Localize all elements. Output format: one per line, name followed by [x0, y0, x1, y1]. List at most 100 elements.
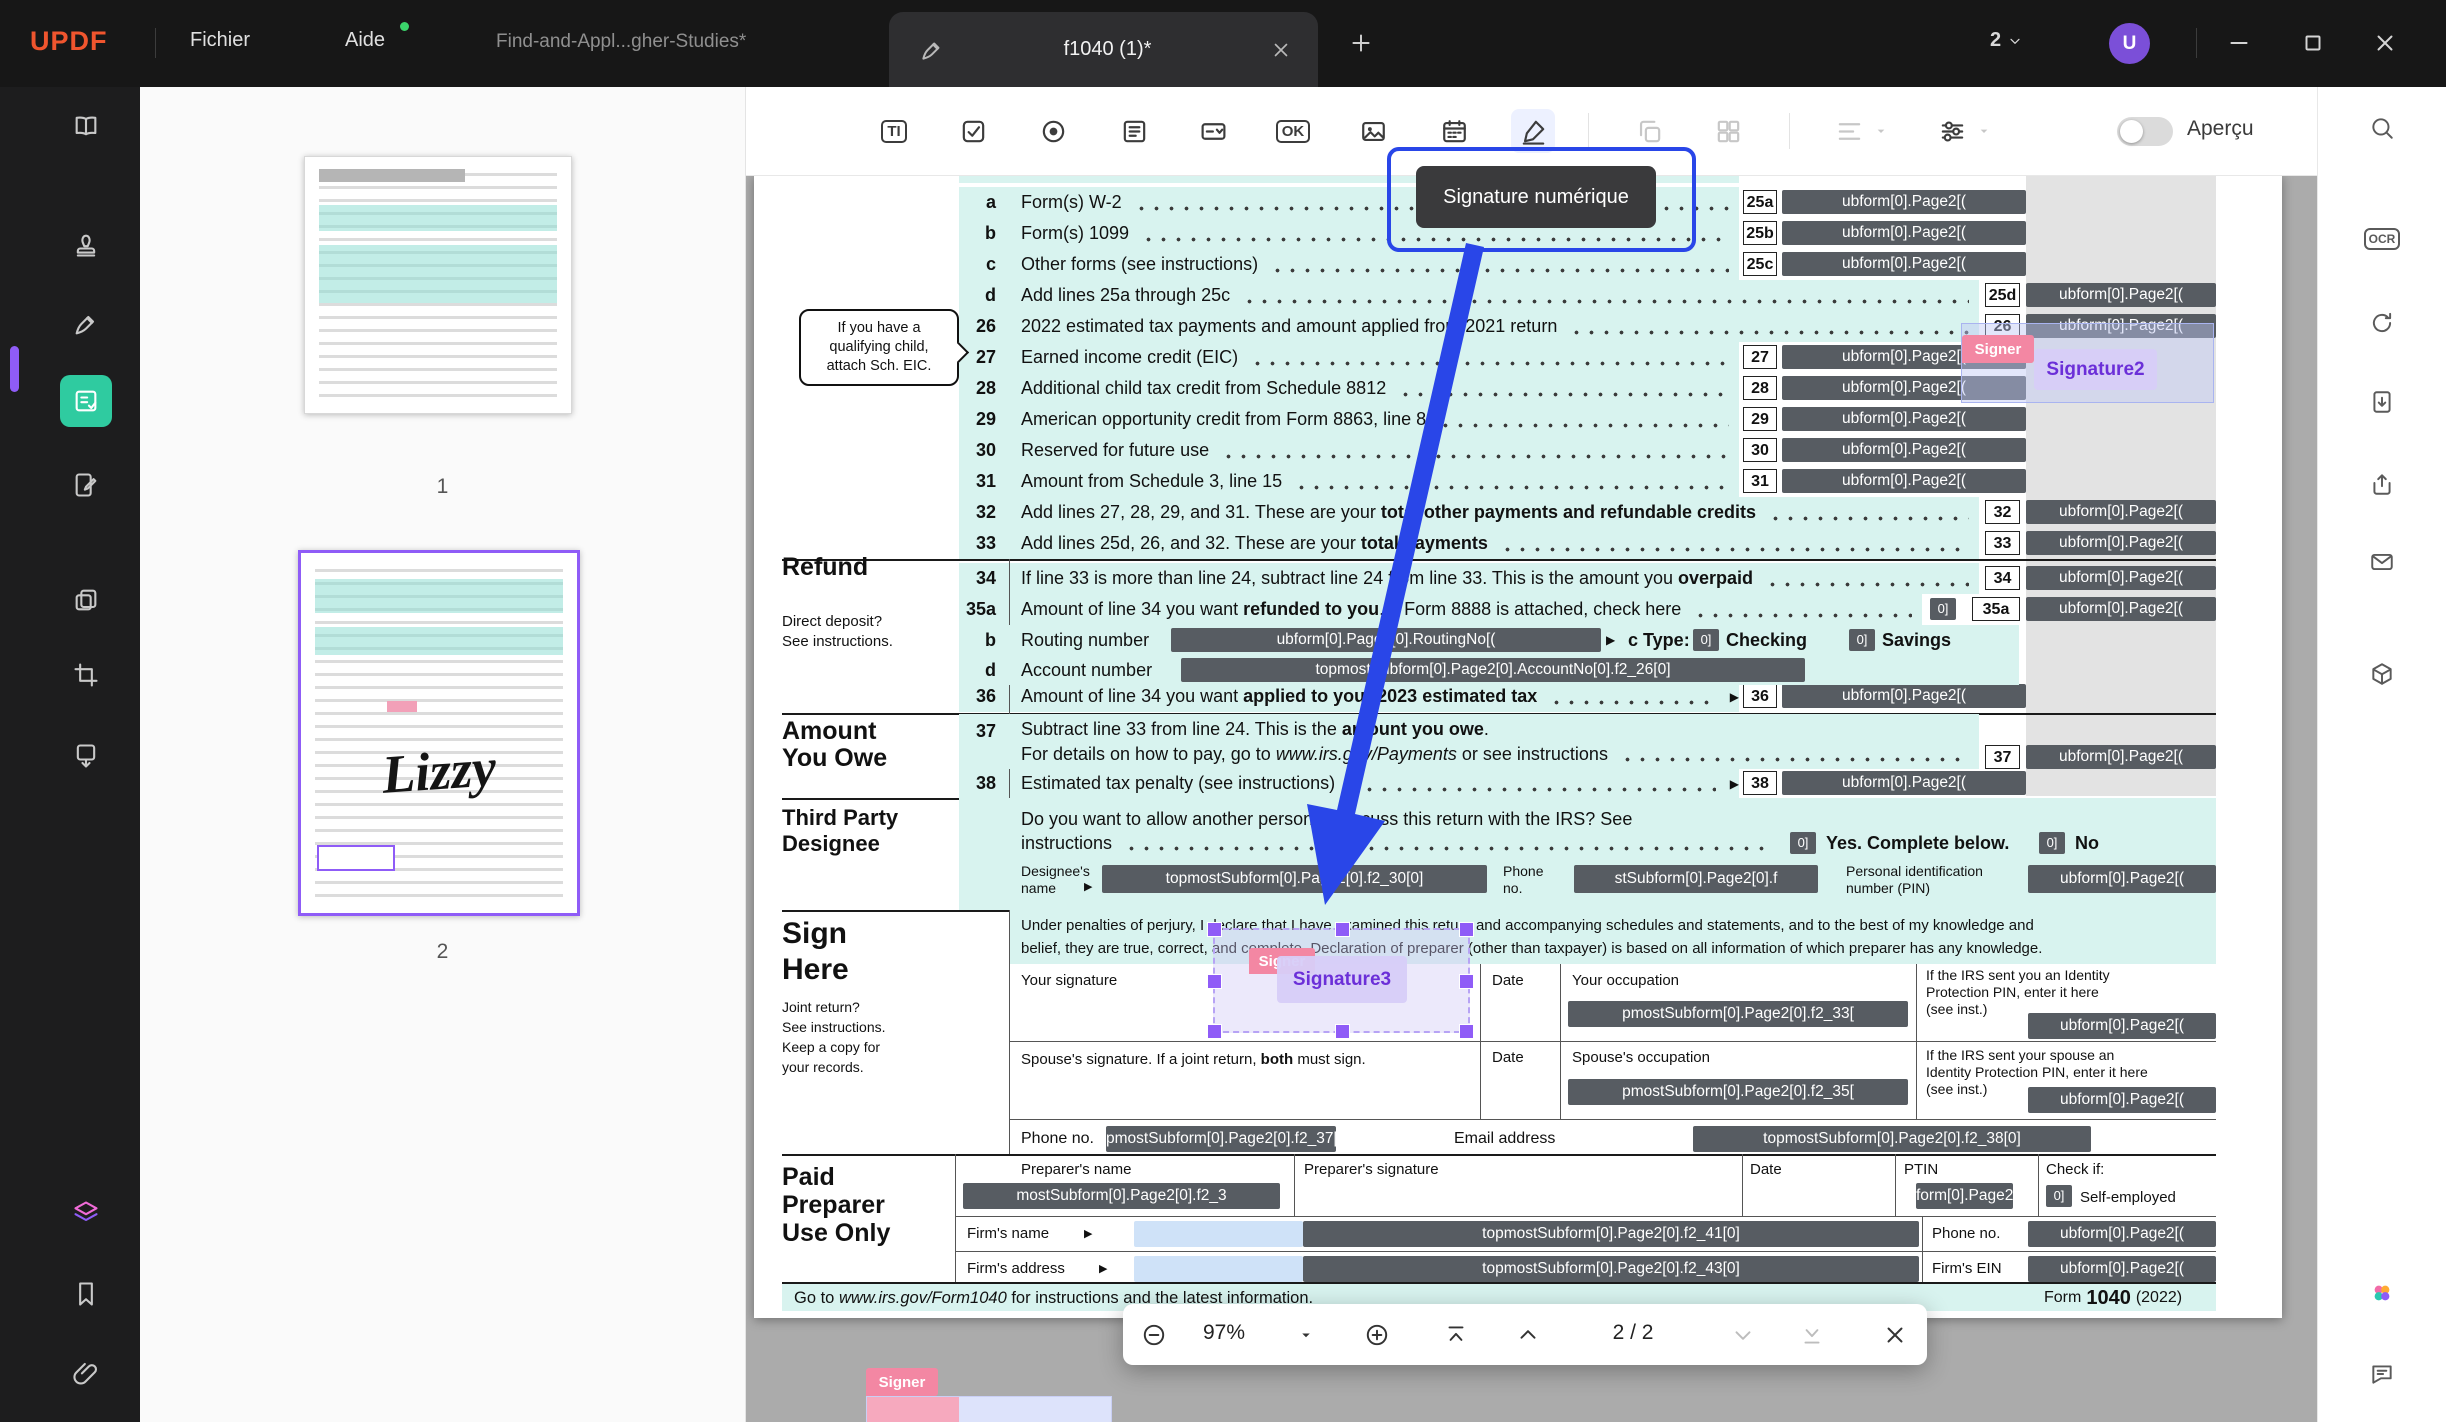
resize-handle[interactable]: [1459, 922, 1474, 937]
tab-inactive[interactable]: Find-and-Appl...gher-Studies*: [496, 31, 746, 53]
extract-pages-icon[interactable]: [60, 730, 112, 782]
crop-icon[interactable]: [60, 649, 112, 701]
resize-handle[interactable]: [1207, 922, 1222, 937]
form-field[interactable]: ubform[0].Page2[(: [1782, 252, 2026, 276]
form-field[interactable]: topmostSubform[0].Page2[0].f2_43[0]: [1303, 1256, 1919, 1282]
checkbox-field[interactable]: 0]: [2039, 832, 2065, 854]
tab-close-icon[interactable]: [1270, 39, 1292, 61]
bookmark-icon[interactable]: [60, 1268, 112, 1320]
form-field[interactable]: ubform[0].Page2[(: [2028, 865, 2216, 893]
image-field-tool[interactable]: [1351, 109, 1395, 153]
page-thumbnail-2-selected[interactable]: Lizzy: [298, 550, 580, 916]
form-field[interactable]: pmostSubform[0].Page2[0].f2_35[: [1568, 1079, 1908, 1105]
form-field[interactable]: ubform[0].Page2[(: [2028, 1087, 2216, 1113]
combo-box-tool[interactable]: [1191, 109, 1235, 153]
form-field[interactable]: ubform[0].Page2[(: [2026, 500, 2216, 524]
form-field[interactable]: topmostSubform[0].Page2[0].f2_38[0]: [1693, 1126, 2091, 1152]
preview-toggle[interactable]: [2117, 117, 2173, 146]
mail-icon[interactable]: [2360, 540, 2404, 584]
layers-icon[interactable]: [60, 1187, 112, 1239]
push-button-tool[interactable]: OK: [1271, 109, 1315, 153]
previous-page-button[interactable]: [1505, 1312, 1551, 1358]
menu-fichier[interactable]: Fichier: [190, 29, 250, 52]
form-field[interactable]: stSubform[0].Page2[0].f: [1574, 865, 1818, 893]
form-field[interactable]: ubform[0].Page2[(: [1782, 684, 2026, 708]
form-field[interactable]: pmostSubform[0].Page2[0].f2_37[: [1106, 1126, 1336, 1152]
checkbox-field[interactable]: 0]: [1930, 598, 1956, 620]
form-field[interactable]: ubform[0].Page2[(: [2026, 597, 2216, 621]
form-field[interactable]: ubform[0].Page2[(: [1782, 771, 2026, 795]
panel-handle[interactable]: [10, 346, 19, 392]
search-icon[interactable]: [2360, 106, 2404, 150]
archive-icon[interactable]: [2360, 652, 2404, 696]
align-caret-icon[interactable]: [1873, 123, 1889, 139]
form-field[interactable]: ubform[0].Page2[(: [1782, 190, 2026, 214]
attachment-icon[interactable]: [60, 1348, 112, 1400]
first-page-button[interactable]: [1433, 1312, 1479, 1358]
tab-active[interactable]: f1040 (1)*: [889, 12, 1318, 87]
zoom-out-button[interactable]: [1131, 1312, 1177, 1358]
signature3-overlay[interactable]: Signer Signature3: [1213, 928, 1470, 1033]
zoom-in-button[interactable]: [1354, 1312, 1400, 1358]
form-field[interactable]: topmostSubform[0].Page2[0].f2_30[0]: [1102, 865, 1487, 893]
edit-mode-icon[interactable]: [60, 459, 112, 511]
resize-handle[interactable]: [1335, 1024, 1350, 1039]
ocr-icon[interactable]: OCR: [2360, 217, 2404, 261]
close-zoombar-button[interactable]: [1872, 1312, 1918, 1358]
tab-count-dropdown[interactable]: 2: [1990, 29, 2023, 52]
last-page-button[interactable]: [1789, 1312, 1835, 1358]
form-field[interactable]: form[0].Page2[: [1916, 1183, 2013, 1209]
form-field[interactable]: ubform[0].Page2[(: [2028, 1221, 2216, 1247]
stamp-tool-icon[interactable]: [60, 219, 112, 271]
menu-aide[interactable]: Aide: [345, 29, 385, 52]
reader-mode-icon[interactable]: [60, 100, 112, 152]
form-mode-icon[interactable]: [60, 375, 112, 427]
new-tab-button[interactable]: [1348, 30, 1374, 56]
form-field[interactable]: ubform[0].Page2[(: [2026, 566, 2216, 590]
convert-icon[interactable]: [2360, 301, 2404, 345]
resize-handle[interactable]: [1459, 974, 1474, 989]
resize-handle[interactable]: [1207, 974, 1222, 989]
form-field[interactable]: mostSubform[0].Page2[0].f2_3: [963, 1183, 1280, 1209]
form-field[interactable]: ubform[0].Page2[(: [1782, 438, 2026, 462]
window-close-button[interactable]: [2372, 30, 2398, 56]
checkbox-field[interactable]: 0]: [1790, 832, 1816, 854]
resize-handle[interactable]: [1335, 922, 1350, 937]
signature2-overlay[interactable]: Signer Signature2: [1961, 323, 2214, 403]
minimize-button[interactable]: [2226, 30, 2252, 56]
resize-handle[interactable]: [1207, 1024, 1222, 1039]
checkbox-field[interactable]: 0]: [2046, 1185, 2072, 1207]
checkbox-tool[interactable]: [951, 109, 995, 153]
properties-tool[interactable]: [1930, 109, 1974, 153]
form-field[interactable]: ubform[0].Page2[(: [2026, 283, 2216, 307]
text-field-tool[interactable]: TI: [872, 109, 916, 153]
form-field[interactable]: topmostSubform[0].Page2[0].AccountNo[0].…: [1181, 658, 1805, 682]
form-field[interactable]: ubform[0].Page2[(: [2028, 1013, 2216, 1039]
signature1-overlay[interactable]: Signer: [866, 1368, 1110, 1422]
form-field[interactable]: ubform[0].Page2[0].RoutingNo[(: [1171, 628, 1601, 652]
ai-assistant-icon[interactable]: [2360, 1271, 2404, 1315]
share-icon[interactable]: [2360, 462, 2404, 506]
form-field[interactable]: ubform[0].Page2[(: [2028, 1256, 2216, 1282]
checkbox-field[interactable]: 0]: [1693, 629, 1719, 651]
layout-grid-tool[interactable]: [1706, 109, 1750, 153]
form-field[interactable]: pmostSubform[0].Page2[0].f2_33[: [1568, 1001, 1908, 1027]
annotate-mode-icon[interactable]: [60, 298, 112, 350]
resize-handle[interactable]: [1459, 1024, 1474, 1039]
form-field[interactable]: ubform[0].Page2[(: [1782, 221, 2026, 245]
properties-caret-icon[interactable]: [1976, 123, 1992, 139]
align-tool[interactable]: [1827, 109, 1871, 153]
form-field[interactable]: ubform[0].Page2[(: [2026, 531, 2216, 555]
form-field[interactable]: topmostSubform[0].Page2[0].f2_41[0]: [1303, 1221, 1919, 1247]
form-field[interactable]: ubform[0].Page2[(: [2026, 745, 2216, 769]
export-icon[interactable]: [2360, 380, 2404, 424]
feedback-icon[interactable]: [2360, 1352, 2404, 1396]
radio-button-tool[interactable]: [1031, 109, 1075, 153]
page-thumbnail-1[interactable]: [304, 156, 572, 414]
form-field[interactable]: ubform[0].Page2[(: [1782, 469, 2026, 493]
organize-pages-icon[interactable]: [60, 574, 112, 626]
zoom-dropdown-icon[interactable]: [1283, 1312, 1329, 1358]
avatar[interactable]: U: [2109, 23, 2150, 64]
form-field[interactable]: ubform[0].Page2[(: [1782, 407, 2026, 431]
zoom-level[interactable]: 97%: [1203, 1321, 1245, 1345]
